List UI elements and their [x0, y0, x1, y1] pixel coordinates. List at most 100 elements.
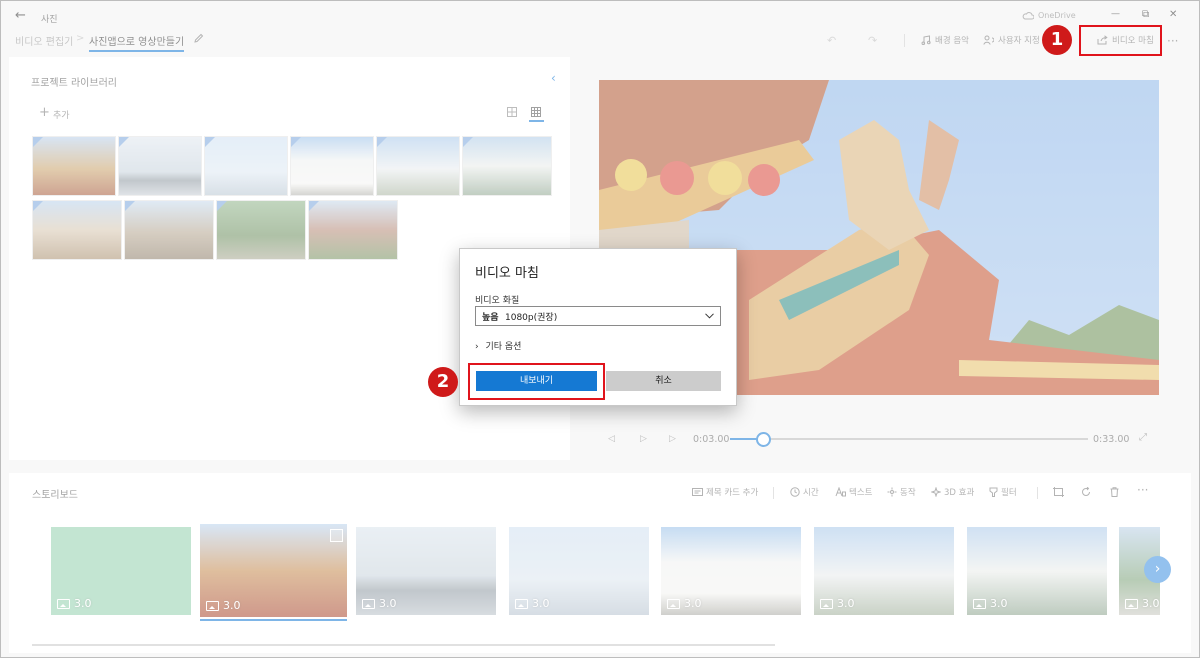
image-icon [820, 598, 833, 609]
video-quality-label: 비디오 화질 [475, 296, 520, 306]
video-quality-select[interactable]: 높음 1080p(권장) [475, 306, 721, 326]
card-duration: 3.0 [515, 597, 550, 610]
library-thumbnail[interactable] [308, 200, 398, 260]
toolbar-divider [904, 34, 905, 47]
onedrive-status[interactable]: OneDrive [1022, 11, 1076, 20]
project-library-title: 프로젝트 라이브러리 [31, 78, 117, 89]
play-icon[interactable]: ▷ [640, 434, 647, 444]
add-title-card-button[interactable]: 제목 카드 추가 [692, 486, 758, 498]
edit-pencil-icon[interactable] [193, 33, 204, 44]
breadcrumb-parent[interactable]: 비디오 편집기 [15, 33, 73, 48]
filter-icon [989, 487, 998, 497]
add-title-card-label: 제목 카드 추가 [706, 488, 759, 498]
previous-frame-icon[interactable]: ◁ [608, 434, 615, 444]
storyboard-card-selected[interactable]: 3.0 [200, 524, 347, 617]
step-badge-2: 2 [428, 367, 458, 397]
delete-trash-icon[interactable] [1110, 487, 1119, 497]
view-selected-indicator [529, 120, 544, 122]
storyboard-card[interactable]: 3.0 [661, 527, 801, 615]
dialog-title: 비디오 마침 [475, 266, 539, 281]
fullscreen-expand-icon[interactable]: ⤢ [1139, 432, 1147, 443]
3d-effects-label: 3D 효과 [944, 488, 975, 498]
storyboard-card[interactable]: 3.0 [51, 527, 191, 615]
storyboard-more-button[interactable]: ··· [1137, 483, 1148, 497]
seek-thumb[interactable] [756, 432, 772, 447]
filter-label: 필터 [1001, 488, 1017, 498]
scroll-right-chevron-icon[interactable]: › [1144, 556, 1171, 583]
cloud-icon [1022, 12, 1034, 20]
library-thumbnail[interactable] [118, 136, 202, 196]
card-duration: 3.0 [362, 597, 397, 610]
app-window: ← 사진 OneDrive — ⧉ ✕ 비디오 편집기 > 사진앱으로 영상만들… [0, 0, 1200, 658]
storyboard-card[interactable]: 3.0 [509, 527, 649, 615]
current-time: 0:03.00 [693, 434, 730, 445]
total-time: 0:33.00 [1093, 434, 1130, 445]
highlight-box-export [468, 363, 605, 400]
crop-resize-icon[interactable] [1053, 487, 1064, 497]
text-label: 텍스트 [849, 488, 873, 498]
storyboard-scrollbar[interactable] [32, 644, 775, 646]
quality-resolution: 1080p(권장) [505, 313, 558, 323]
card-duration: 3.0 [667, 597, 702, 610]
minimize-button[interactable]: — [1111, 9, 1120, 19]
storyboard-card[interactable]: 3.0 [356, 527, 496, 615]
breadcrumb-current: 사진앱으로 영상만들기 [89, 33, 185, 52]
duration-label: 시간 [803, 488, 819, 498]
more-options-toggle[interactable]: › 기타 옵션 [475, 339, 521, 352]
storyboard-divider [1037, 487, 1038, 499]
more-options-button[interactable]: ··· [1167, 34, 1178, 48]
restore-button[interactable]: ⧉ [1142, 9, 1149, 20]
grid-large-view-icon[interactable] [507, 107, 517, 117]
redo-button[interactable]: ↷ [868, 34, 877, 47]
collapse-library-chevron-icon[interactable]: ‹ [551, 71, 556, 85]
select-checkbox[interactable] [330, 529, 343, 542]
cancel-button[interactable]: 취소 [606, 371, 721, 391]
library-thumbnail[interactable] [32, 200, 122, 260]
library-thumbnail[interactable] [216, 200, 306, 260]
add-media-label[interactable]: 추가 [53, 108, 70, 121]
back-arrow-icon[interactable]: ← [15, 8, 26, 23]
image-icon [667, 598, 680, 609]
motion-icon [887, 487, 897, 497]
card-duration: 3.0 [820, 597, 855, 610]
person-audio-icon [983, 35, 994, 45]
custom-audio-label: 사용자 지정 [998, 36, 1040, 46]
filter-button[interactable]: 필터 [989, 486, 1017, 498]
image-icon [973, 598, 986, 609]
library-thumbnail[interactable] [462, 136, 552, 196]
image-icon [206, 600, 219, 611]
library-thumbnail[interactable] [204, 136, 288, 196]
image-icon [362, 598, 375, 609]
custom-audio-button[interactable]: 사용자 지정 [983, 34, 1040, 46]
app-title: 사진 [41, 15, 58, 25]
step-badge-1: 1 [1042, 25, 1072, 55]
seek-track[interactable] [730, 432, 1088, 447]
add-icon[interactable]: + [39, 105, 50, 120]
library-thumbnail[interactable] [376, 136, 460, 196]
text-button[interactable]: 텍스트 [835, 486, 872, 498]
motion-button[interactable]: 동작 [887, 486, 916, 498]
image-icon [1125, 598, 1138, 609]
background-music-button[interactable]: 배경 음악 [921, 34, 969, 46]
storyboard-card[interactable]: 3.0 [967, 527, 1107, 615]
library-thumbnail[interactable] [124, 200, 214, 260]
title-bar: ← 사진 OneDrive — ⧉ ✕ [1, 1, 1199, 31]
close-button[interactable]: ✕ [1169, 9, 1177, 20]
undo-button[interactable]: ↶ [827, 34, 836, 47]
rotate-icon[interactable] [1081, 487, 1091, 497]
card-duration: 3.0 [973, 597, 1008, 610]
highlight-box-finish [1079, 25, 1162, 56]
grid-small-view-icon[interactable] [531, 107, 541, 117]
library-thumbnail[interactable] [32, 136, 116, 196]
library-thumbnail[interactable] [290, 136, 374, 196]
3d-effects-icon [931, 487, 941, 497]
card-duration: 3.0 [206, 599, 241, 612]
more-options-label: 기타 옵션 [485, 342, 522, 352]
duration-button[interactable]: 시간 [790, 486, 819, 498]
next-frame-icon[interactable]: ▷ [669, 434, 676, 444]
breadcrumb-separator: > [76, 33, 85, 44]
quality-level: 높음 [482, 313, 499, 323]
onedrive-label: OneDrive [1038, 11, 1076, 20]
storyboard-card[interactable]: 3.0 [814, 527, 954, 615]
3d-effects-button[interactable]: 3D 효과 [931, 486, 974, 498]
